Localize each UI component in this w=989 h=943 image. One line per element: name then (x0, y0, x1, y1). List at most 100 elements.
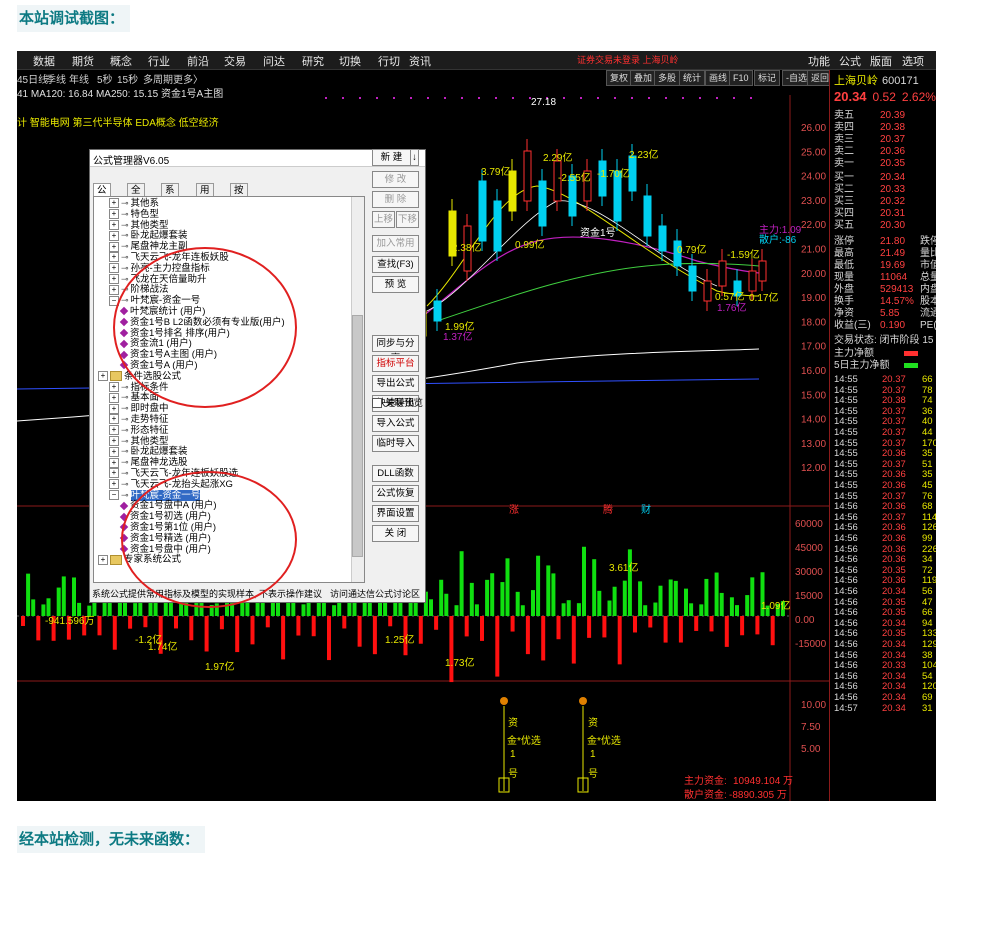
dialog-button-11[interactable]: 导入公式 (372, 415, 419, 432)
move-down-button[interactable]: 下移 (396, 211, 419, 228)
tree-node-18[interactable]: + ⊸ 基本面 (109, 392, 159, 403)
dialog-button-16[interactable]: 关 闭 (372, 525, 419, 542)
volume-bar-down-15 (97, 616, 102, 636)
volume-bar-down-54 (296, 616, 301, 636)
candle-body-5 (523, 150, 532, 202)
volume-bar-down-144 (755, 616, 760, 635)
candle-body-6 (538, 180, 547, 227)
tree-node-1[interactable]: + ⊸ 特色型 (109, 209, 159, 220)
dialog-button-3[interactable]: 上移 (372, 211, 395, 228)
expand-toggle-icon[interactable]: + (109, 263, 119, 274)
tree-scrollbar[interactable] (351, 197, 364, 582)
expand-toggle-icon[interactable]: + (109, 425, 119, 436)
bid-label: 买五 (834, 220, 854, 231)
sub-tick-2: 5.00 (801, 744, 821, 755)
volume-bar-up-134 (704, 578, 709, 616)
tree-node-0[interactable]: + ⊸ 其他系 (109, 198, 159, 209)
dialog-button-8[interactable]: 指标平台 (372, 355, 419, 372)
tree-node-22[interactable]: + ⊸ 其他类型 (109, 436, 169, 447)
expand-toggle-icon[interactable]: + (98, 371, 108, 382)
expand-toggle-icon[interactable]: − (109, 490, 119, 501)
dialog-button-7[interactable]: 同步与分享 (372, 335, 419, 364)
ask-price: 20.38 (880, 122, 906, 133)
new-dropdown-arrow-icon[interactable]: ↓ (410, 149, 419, 166)
price-tick-7: 19.00 (801, 293, 826, 304)
tick-time: 14:56 (834, 692, 858, 703)
expand-toggle-icon[interactable]: + (109, 382, 119, 393)
menu-right-item-3[interactable]: 选项 (902, 53, 924, 69)
expand-toggle-icon[interactable]: + (109, 436, 119, 447)
menu-right-item-1[interactable]: 公式 (839, 53, 861, 69)
expand-toggle-icon[interactable]: + (109, 457, 119, 468)
dialog-button-4[interactable]: 加入常用 (372, 235, 419, 252)
expand-toggle-icon[interactable]: + (98, 554, 108, 565)
checkbox-box[interactable] (372, 398, 382, 409)
volume-bar-up-122 (643, 605, 648, 616)
expand-toggle-icon[interactable]: + (109, 252, 119, 263)
tree-node-24[interactable]: + ⊸ 尾盘神龙选股 (109, 457, 188, 468)
marker-dot-2 (359, 97, 361, 99)
expand-toggle-icon[interactable]: + (109, 209, 119, 220)
trade-status: 交易状态: 闭市阶段 15 (834, 335, 936, 347)
stat-row-6: 净资 5.85 流通 (834, 308, 936, 320)
tick-row-15: 14:56 20.36 99 (834, 533, 936, 545)
expand-toggle-icon[interactable]: + (109, 230, 119, 241)
expand-toggle-icon[interactable]: + (109, 446, 119, 457)
related-preview-checkbox[interactable]: 关联预览 (372, 395, 423, 409)
formula-group-icon: ⊸ (121, 262, 129, 273)
price-tick-13: 13.00 (801, 439, 826, 450)
stat-row-1: 最高 21.49 量比 (834, 248, 936, 260)
tree-node-23[interactable]: + ⊸ 卧龙起爆套装 (109, 446, 188, 457)
bid-row-4: 买五 20.30 (834, 220, 936, 232)
dialog-button-15[interactable]: 界面设置 (372, 505, 419, 522)
tree-node-2[interactable]: + ⊸ 其他类型 (109, 220, 169, 231)
dialog-button-1[interactable]: 修 改 (372, 171, 419, 188)
marker-dot-6 (427, 97, 429, 99)
expand-toggle-icon[interactable]: + (109, 241, 119, 252)
bid-price: 20.34 (880, 172, 906, 183)
expand-toggle-icon[interactable]: + (109, 414, 119, 425)
stat-row-2: 最低 19.69 市值 (834, 260, 936, 272)
formula-group-icon: ⊸ (121, 478, 129, 489)
volume-bar-down-36 (204, 616, 209, 652)
marker-dot-3 (376, 97, 378, 99)
formula-group-icon: ⊸ (121, 241, 129, 252)
volume-bar-down-93 (495, 616, 500, 677)
dialog-button-6[interactable]: 预 览 (372, 276, 419, 293)
dialog-button-5[interactable]: 查找(F3) (372, 256, 419, 273)
volume-bar-up-46 (255, 603, 260, 616)
tree-node-19[interactable]: + ⊸ 即时盘中 (109, 403, 169, 414)
expand-toggle-icon[interactable]: + (109, 198, 119, 209)
volume-bar-down-108 (571, 616, 576, 664)
expand-toggle-icon[interactable]: + (109, 392, 119, 403)
dialog-button-2[interactable]: 删 除 (372, 191, 419, 208)
dialog-button-9[interactable]: 导出公式 (372, 375, 419, 392)
expand-toggle-icon[interactable]: + (109, 403, 119, 414)
volume-bar-up-98 (520, 605, 525, 616)
expand-toggle-icon[interactable]: + (109, 274, 119, 285)
candle-body-2 (478, 180, 487, 242)
dialog-button-13[interactable]: DLL函数 (372, 465, 419, 482)
expand-toggle-icon[interactable]: + (109, 284, 119, 295)
marker-dot-15 (580, 97, 582, 99)
dialog-button-14[interactable]: 公式恢复 (372, 485, 419, 502)
ask-label: 卖一 (834, 158, 854, 169)
tree-scroll-thumb[interactable] (352, 315, 363, 557)
tick-price: 20.36 (882, 533, 906, 544)
tree-node-3[interactable]: + ⊸ 卧龙起爆套装 (109, 230, 188, 241)
tree-node-21[interactable]: + ⊸ 形态特征 (109, 425, 169, 436)
bid-price: 20.30 (880, 220, 906, 231)
expand-toggle-icon[interactable]: + (109, 220, 119, 231)
dialog-button-12[interactable]: 临时导入 (372, 435, 419, 452)
volume-bar-down-30 (174, 616, 178, 629)
chart-label-l9: 0.79亿 (677, 245, 707, 256)
forum-link[interactable]: 访问通达信公式讨论区 (330, 587, 420, 600)
expand-toggle-icon[interactable]: + (109, 479, 119, 490)
marker-dot-22 (699, 97, 701, 99)
volume-bar-down-90 (480, 616, 484, 641)
marker-dot-25 (750, 97, 752, 99)
expand-toggle-icon[interactable]: + (109, 468, 119, 479)
menu-right-item-2[interactable]: 版面 (870, 53, 892, 69)
tree-node-20[interactable]: + ⊸ 走势特征 (109, 414, 169, 425)
dialog-button-0[interactable]: 新 建 (372, 149, 411, 166)
